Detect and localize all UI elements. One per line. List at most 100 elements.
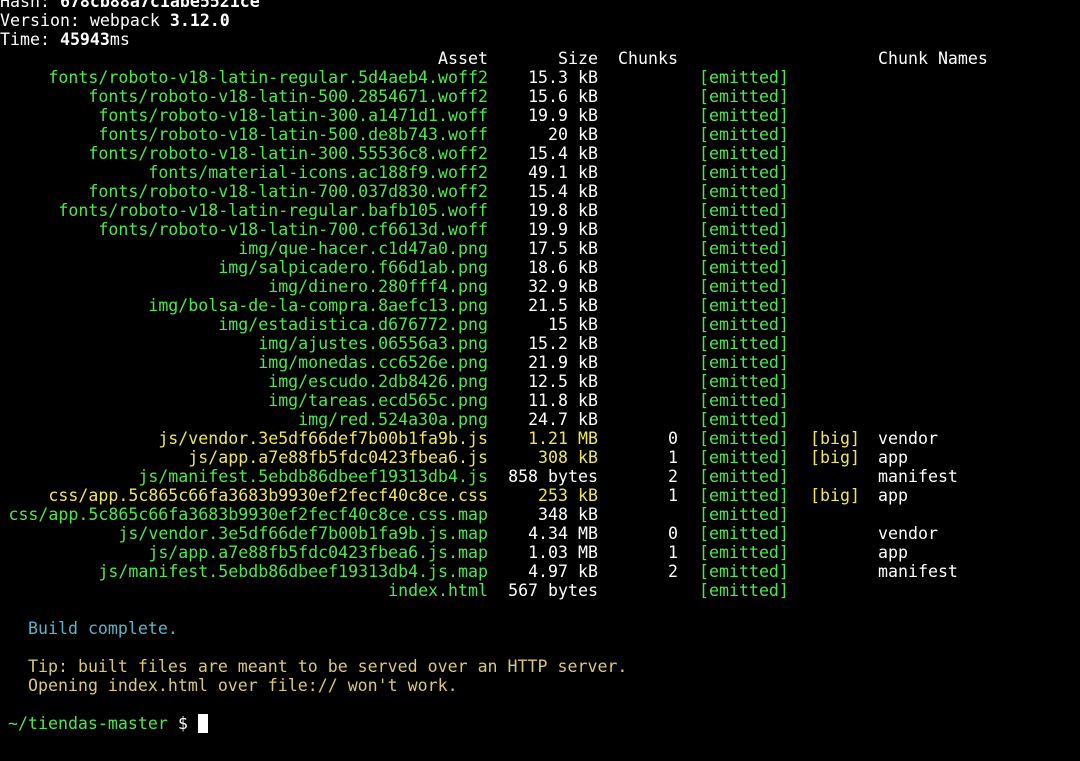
asset-size: 21.9 kB (528, 353, 598, 372)
table-row: fonts/roboto-v18-latin-500.de8b743.woff 2… (0, 125, 1080, 144)
build-complete-message: Build complete. (28, 619, 178, 638)
asset-size: 15.2 kB (528, 334, 598, 353)
emitted-status: [emitted] (699, 277, 789, 296)
table-row: js/app.a7e88fb5fdc0423fbea6.js.map 1.03 M… (0, 543, 1080, 562)
asset-size: 15 kB (548, 315, 598, 334)
asset-name: fonts/roboto-v18-latin-300.55536c8.woff2 (88, 144, 488, 163)
header-chunk-names: Chunk Names (878, 49, 988, 68)
asset-name: img/que-hacer.c1d47a0.png (238, 239, 488, 258)
table-row: js/vendor.3e5df66def7b00b1fa9b.js.map 4.3… (0, 524, 1080, 543)
asset-name: css/app.5c865c66fa3683b9930ef2fecf40c8ce… (8, 505, 488, 524)
table-row: fonts/roboto-v18-latin-300.55536c8.woff2… (0, 144, 1080, 163)
table-row: img/estadistica.d676772.png 15 kB [emitted… (0, 315, 1080, 334)
asset-name: fonts/roboto-v18-latin-500.2854671.woff2 (88, 87, 488, 106)
header-size: Size (558, 49, 598, 68)
asset-name: fonts/roboto-v18-latin-500.de8b743.woff (98, 125, 488, 144)
emitted-status: [emitted] (699, 182, 789, 201)
table-row: fonts/roboto-v18-latin-300.a1471d1.woff 1… (0, 106, 1080, 125)
time-label: Time: (0, 30, 60, 49)
asset-size: 12.5 kB (528, 372, 598, 391)
emitted-status: [emitted] (699, 258, 789, 277)
asset-name: js/app.a7e88fb5fdc0423fbea6.js (188, 448, 488, 467)
asset-size: 15.6 kB (528, 87, 598, 106)
table-row: js/manifest.5ebdb86dbeef19313db4.js 858 b… (0, 467, 1080, 486)
asset-size: 32.9 kB (528, 277, 598, 296)
table-row: img/red.524a30a.png 24.7 kB [emitted] (0, 410, 1080, 429)
emitted-status: [emitted] (699, 68, 789, 87)
table-row: js/manifest.5ebdb86dbeef19313db4.js.map 4… (0, 562, 1080, 581)
asset-chunk: 0 (668, 524, 678, 543)
version-line: Version: webpack 3.12.0 (0, 11, 1080, 30)
asset-name: img/escudo.2db8426.png (268, 372, 488, 391)
emitted-status: [emitted] (699, 144, 789, 163)
asset-size: 308 kB (538, 448, 598, 467)
asset-chunk: 1 (668, 543, 678, 562)
emitted-status: [emitted] (699, 87, 789, 106)
asset-name: img/ajustes.06556a3.png (258, 334, 488, 353)
asset-size: 15.3 kB (528, 68, 598, 87)
header-chunks: Chunks (618, 49, 678, 68)
chunk-name: app (878, 448, 908, 467)
asset-name: js/manifest.5ebdb86dbeef19313db4.js.map (98, 562, 488, 581)
version-value: 3.12.0 (169, 11, 230, 30)
emitted-status: [emitted] (699, 448, 789, 467)
table-row: js/vendor.3e5df66def7b00b1fa9b.js 1.21 MB… (0, 429, 1080, 448)
emitted-status: [emitted] (699, 334, 789, 353)
asset-name: img/dinero.280fff4.png (268, 277, 488, 296)
asset-table: fonts/roboto-v18-latin-regular.5d4aeb4.w… (0, 68, 1080, 600)
emitted-status: [emitted] (699, 220, 789, 239)
emitted-status: [emitted] (699, 505, 789, 524)
table-header: Asset Size Chunks Chunk Names (0, 49, 1080, 68)
asset-name: img/salpicadero.f66d1ab.png (218, 258, 488, 277)
time-unit: ms (109, 30, 130, 49)
emitted-status: [emitted] (699, 239, 789, 258)
table-row: img/escudo.2db8426.png 12.5 kB [emitted] (0, 372, 1080, 391)
asset-name: fonts/material-icons.ac188f9.woff2 (148, 163, 488, 182)
emitted-status: [emitted] (699, 315, 789, 334)
emitted-status: [emitted] (699, 410, 789, 429)
asset-name: js/manifest.5ebdb86dbeef19313db4.js (138, 467, 488, 486)
hash-value: 678cb88a7c1abe5521ce (59, 0, 260, 11)
hash-line: Hash: 678cb88a7c1abe5521ce (0, 0, 1080, 11)
asset-size: 19.9 kB (528, 106, 598, 125)
table-row: fonts/roboto-v18-latin-500.2854671.woff2… (0, 87, 1080, 106)
table-row: img/que-hacer.c1d47a0.png 17.5 kB [emitted… (0, 239, 1080, 258)
terminal-window[interactable]: Hash: 678cb88a7c1abe5521ce Version: webp… (0, 0, 1080, 761)
asset-name: fonts/roboto-v18-latin-300.a1471d1.woff (98, 106, 488, 125)
emitted-status: [emitted] (699, 353, 789, 372)
emitted-status: [emitted] (699, 201, 789, 220)
emitted-status: [emitted] (699, 524, 789, 543)
asset-name: fonts/roboto-v18-latin-regular.bafb105.w… (58, 201, 488, 220)
big-flag: [big] (810, 429, 860, 448)
asset-name: index.html (388, 581, 488, 600)
table-row: img/monedas.cc6526e.png 21.9 kB [emitted] (0, 353, 1080, 372)
table-row: img/salpicadero.f66d1ab.png 18.6 kB [emitt… (0, 258, 1080, 277)
asset-name: img/tareas.ecd565c.png (268, 391, 488, 410)
asset-size: 19.9 kB (528, 220, 598, 239)
time-line: Time: 45943ms (0, 30, 1080, 49)
emitted-status: [emitted] (699, 163, 789, 182)
asset-name: js/vendor.3e5df66def7b00b1fa9b.js (158, 429, 488, 448)
asset-chunk: 0 (668, 429, 678, 448)
text-cursor[interactable] (197, 714, 208, 733)
asset-chunk: 2 (668, 467, 678, 486)
asset-chunk: 2 (668, 562, 678, 581)
shell-prompt[interactable]: ~/tiendas-master $ (0, 714, 1080, 733)
asset-size: 21.5 kB (528, 296, 598, 315)
asset-name: fonts/roboto-v18-latin-regular.5d4aeb4.w… (48, 68, 488, 87)
emitted-status: [emitted] (699, 106, 789, 125)
tip-message-line-2: Opening index.html over file:// won't wo… (28, 676, 458, 695)
asset-size: 567 bytes (508, 581, 598, 600)
asset-size: 15.4 kB (528, 144, 598, 163)
asset-size: 4.34 MB (528, 524, 598, 543)
chunk-name: vendor (878, 429, 938, 448)
hash-label: Hash: (0, 0, 60, 11)
asset-size: 24.7 kB (528, 410, 598, 429)
asset-size: 15.4 kB (528, 182, 598, 201)
asset-name: fonts/roboto-v18-latin-700.037d830.woff2 (88, 182, 488, 201)
table-row: css/app.5c865c66fa3683b9930ef2fecf40c8ce… (0, 486, 1080, 505)
table-row: img/bolsa-de-la-compra.8aefc13.png 21.5 k… (0, 296, 1080, 315)
